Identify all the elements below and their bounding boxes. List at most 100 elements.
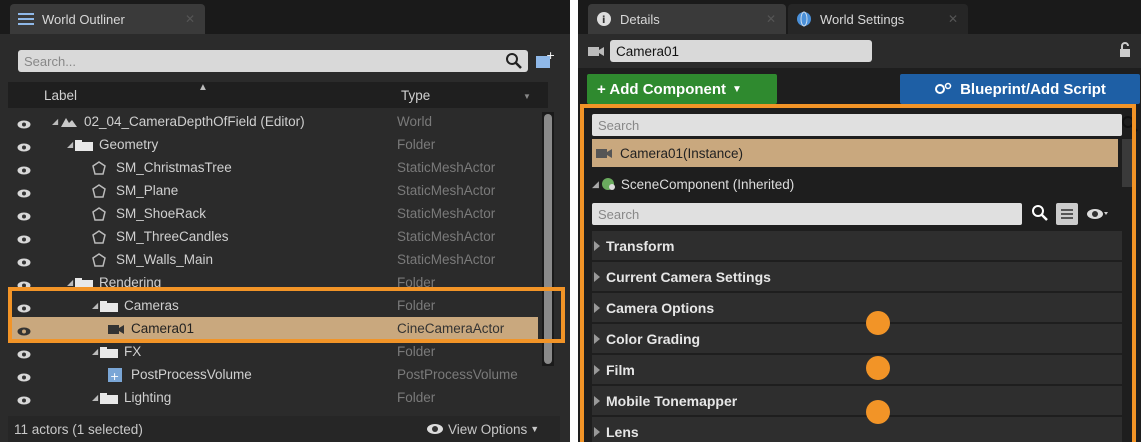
outliner-row[interactable]: + PostProcessVolume PostProcessVolume	[8, 363, 538, 386]
world-icon: ◢	[52, 115, 78, 129]
search-icon[interactable]	[1122, 116, 1138, 132]
row-label: Cameras	[124, 298, 179, 313]
visibility-eye-icon[interactable]	[17, 370, 31, 382]
visibility-eye-icon[interactable]	[17, 347, 31, 359]
grid-view-icon[interactable]	[1056, 203, 1078, 225]
expand-arrow-icon	[594, 271, 600, 282]
list-icon	[18, 12, 34, 26]
folder-icon: ◢	[67, 138, 94, 151]
tab-world-outliner[interactable]: World Outliner ✕	[10, 4, 205, 34]
add-component-label: + Add Component	[597, 80, 727, 98]
static-mesh-icon	[92, 183, 106, 198]
visibility-eye-icon[interactable]	[17, 186, 31, 198]
visibility-eye-icon[interactable]	[17, 278, 31, 290]
component-scrollbar[interactable]	[1122, 139, 1136, 187]
category-row[interactable]: Current Camera Settings	[592, 262, 1122, 292]
visibility-eye-icon[interactable]	[17, 301, 31, 313]
search-icon[interactable]	[1032, 205, 1048, 221]
camera-icon	[588, 44, 604, 58]
add-component-button[interactable]: + Add Component ▼	[587, 74, 777, 104]
expand-triangle-icon[interactable]: ◢	[592, 179, 599, 190]
tab-world-settings[interactable]: World Settings ✕	[788, 4, 968, 34]
column-label[interactable]: Label	[44, 88, 77, 103]
static-mesh-icon	[92, 206, 106, 221]
outliner-row[interactable]: SM_Plane StaticMeshActor	[8, 179, 538, 202]
tab-details[interactable]: i Details ✕	[588, 4, 786, 34]
chevron-down-icon: ▼	[530, 424, 540, 434]
row-type: StaticMeshActor	[397, 206, 496, 221]
outliner-search-input[interactable]: Search...	[18, 50, 528, 72]
outliner-row[interactable]: SM_ShoeRack StaticMeshActor	[8, 202, 538, 225]
category-row[interactable]: Transform	[592, 231, 1122, 261]
component-instance-row[interactable]: Camera01(Instance)	[592, 139, 1118, 167]
close-icon[interactable]: ✕	[948, 12, 958, 26]
outliner-header: Label ▲ Type ▼	[8, 82, 548, 108]
visibility-eye-icon[interactable]	[17, 324, 31, 336]
outliner-row[interactable]: SM_ThreeCandles StaticMeshActor	[8, 225, 538, 248]
outliner-row[interactable]: ◢ Rendering Folder	[8, 271, 538, 294]
blueprint-add-script-button[interactable]: Blueprint/Add Script	[900, 74, 1140, 104]
close-icon[interactable]: ✕	[185, 12, 195, 26]
tab-label: World Outliner	[42, 11, 125, 27]
close-icon[interactable]: ✕	[766, 12, 776, 26]
row-type: World	[397, 114, 433, 129]
expand-arrow-icon	[594, 333, 600, 344]
outliner-row[interactable]: ◢ Cameras Folder	[8, 294, 538, 317]
category-row[interactable]: Color Grading	[592, 324, 1122, 354]
scene-component-row[interactable]: ◢ SceneComponent (Inherited)	[592, 173, 1118, 195]
component-search-input[interactable]: Search	[592, 114, 1122, 136]
expand-arrow-icon	[594, 426, 600, 437]
outliner-row[interactable]: ◢ Lighting Folder	[8, 386, 538, 409]
row-label: Rendering	[99, 275, 162, 290]
visibility-eye-icon[interactable]	[17, 209, 31, 221]
marker-dot	[866, 356, 890, 380]
scene-component-label: SceneComponent (Inherited)	[620, 176, 795, 192]
folder-icon: ◢	[92, 299, 119, 312]
visibility-eye-icon[interactable]	[17, 117, 31, 129]
row-type: StaticMeshActor	[397, 229, 496, 244]
visibility-eye-icon[interactable]	[17, 140, 31, 152]
view-options-button[interactable]: View Options ▼	[426, 422, 539, 437]
outliner-row[interactable]: ◢ Geometry Folder	[8, 133, 538, 156]
static-mesh-icon	[92, 252, 106, 267]
row-label: SM_Plane	[116, 183, 179, 198]
eye-icon[interactable]	[1086, 208, 1108, 220]
row-type: Folder	[397, 137, 436, 152]
category-row[interactable]: Mobile Tonemapper	[592, 386, 1122, 416]
property-search-input[interactable]: Search	[592, 203, 1022, 225]
visibility-eye-icon[interactable]	[17, 232, 31, 244]
visibility-eye-icon[interactable]	[17, 163, 31, 175]
category-row[interactable]: Lens	[592, 417, 1122, 442]
column-type[interactable]: Type	[401, 88, 430, 103]
row-label: 02_04_CameraDepthOfField (Editor)	[84, 114, 305, 129]
expand-arrow-icon	[594, 395, 600, 406]
post-process-icon: +	[107, 367, 123, 383]
outliner-row[interactable]: SM_ChristmasTree StaticMeshActor	[8, 156, 538, 179]
visibility-eye-icon[interactable]	[17, 393, 31, 405]
add-folder-icon[interactable]: +	[534, 50, 554, 70]
gears-icon	[934, 82, 952, 96]
outliner-row[interactable]: Camera01 CineCameraActor	[8, 317, 538, 340]
static-mesh-icon	[92, 229, 106, 244]
category-row[interactable]: Camera Options	[592, 293, 1122, 323]
actor-name-field[interactable]: Camera01	[610, 40, 872, 62]
outliner-row[interactable]: ◢ FX Folder	[8, 340, 538, 363]
outliner-scrollbar[interactable]	[542, 112, 554, 366]
visibility-eye-icon[interactable]	[17, 255, 31, 267]
row-label: SM_ThreeCandles	[116, 229, 229, 244]
category-row[interactable]: Film	[592, 355, 1122, 385]
outliner-row[interactable]: ◢ 02_04_CameraDepthOfField (Editor) World	[8, 110, 538, 133]
search-icon[interactable]	[506, 53, 522, 69]
row-type: StaticMeshActor	[397, 160, 496, 175]
chevron-down-icon[interactable]: ▼	[523, 92, 531, 101]
svg-text:+: +	[110, 370, 119, 383]
tab-label: Details	[620, 11, 660, 27]
folder-icon: ◢	[67, 276, 94, 289]
details-tabbar: i Details ✕ World Settings ✕	[578, 0, 1141, 34]
lock-icon[interactable]	[1118, 42, 1132, 58]
category-label: Camera Options	[606, 299, 715, 316]
outliner-row[interactable]: SM_Walls_Main StaticMeshActor	[8, 248, 538, 271]
scrollbar-thumb[interactable]	[544, 114, 552, 364]
category-label: Current Camera Settings	[606, 268, 771, 285]
folder-icon: ◢	[92, 391, 119, 404]
